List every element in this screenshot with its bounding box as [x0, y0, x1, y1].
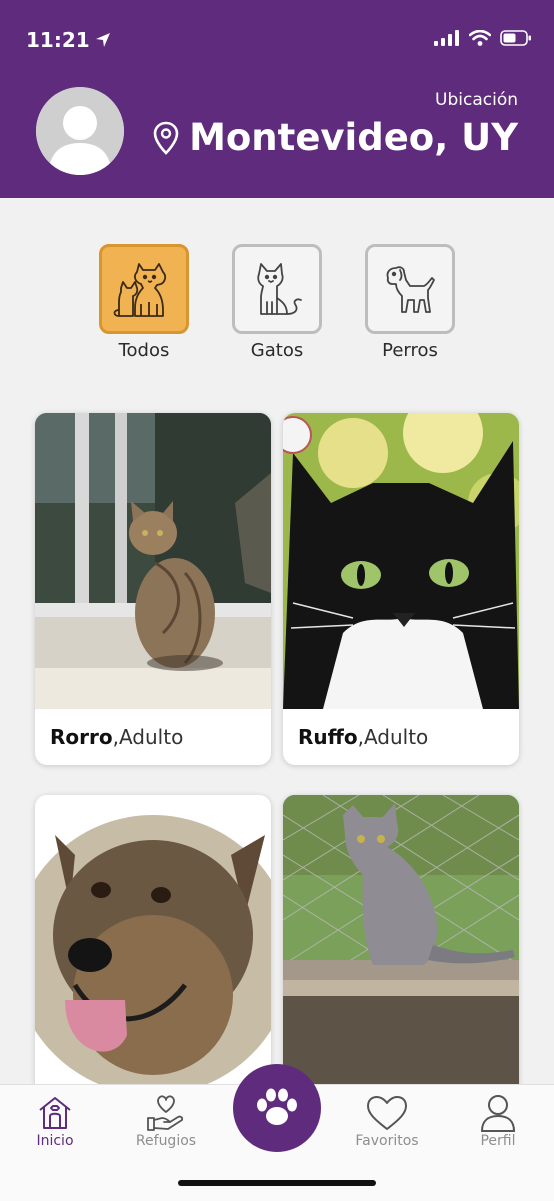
tuxedo-cat-photo: [283, 413, 519, 709]
wifi-icon: [469, 30, 491, 46]
gray-cat-photo: [283, 795, 519, 1091]
pet-photo-gray-cat: [283, 795, 519, 1091]
home-indicator: [178, 1180, 376, 1186]
cat-and-dog-icon: [113, 263, 167, 317]
tab-refugios-label: Refugios: [135, 1133, 197, 1149]
tab-favoritos[interactable]: Favoritos: [342, 1093, 432, 1149]
pet-card[interactable]: Ruffo, Adulto: [283, 413, 519, 765]
pet-name: Ruffo: [298, 725, 358, 749]
status-time: 11:21: [26, 28, 112, 52]
filter-todos[interactable]: Todos: [96, 244, 192, 361]
paw-icon: [257, 1088, 297, 1125]
pet-caption: Rorro, Adulto: [35, 709, 271, 765]
battery-icon: [500, 30, 531, 46]
pet-photo-dog: [35, 795, 271, 1091]
tab-inicio-label: Inicio: [36, 1133, 74, 1149]
user-placeholder-icon: [36, 87, 124, 175]
filter-perros-label: Perros: [382, 340, 438, 361]
tab-inicio[interactable]: Inicio: [10, 1093, 100, 1149]
filter-todos-box[interactable]: [99, 244, 189, 334]
tab-perfil[interactable]: Perfil: [453, 1093, 543, 1149]
paw-action-button[interactable]: [233, 1064, 321, 1152]
location-label: Ubicación: [435, 90, 518, 110]
pet-age: Adulto: [363, 725, 429, 749]
dog-photo: [35, 795, 271, 1091]
status-icons: [434, 30, 532, 46]
status-time-text: 11:21: [26, 28, 90, 52]
tab-perfil-label: Perfil: [480, 1133, 516, 1149]
user-icon: [480, 1095, 516, 1132]
signal-icon: [434, 30, 459, 46]
dog-icon: [386, 266, 435, 313]
app-header: 11:21 Ubicación Montevideo, UY: [0, 0, 554, 198]
filter-perros[interactable]: Perros: [362, 244, 458, 361]
filter-todos-label: Todos: [118, 340, 170, 361]
pet-card[interactable]: [283, 795, 519, 1095]
pet-name: Rorro: [50, 725, 113, 749]
pet-card[interactable]: [35, 795, 271, 1095]
filter-gatos-label: Gatos: [250, 340, 304, 361]
tabby-cat-photo: [35, 413, 271, 709]
pet-photo-rorro: [35, 413, 271, 709]
location-selector[interactable]: Montevideo, UY: [153, 116, 518, 159]
location-arrow-icon: [95, 33, 110, 47]
pet-photo-ruffo: [283, 413, 519, 709]
avatar[interactable]: [36, 87, 124, 175]
filter-gatos-box[interactable]: [232, 244, 322, 334]
tab-refugios[interactable]: Refugios: [121, 1093, 211, 1149]
pet-caption: Ruffo, Adulto: [283, 709, 519, 765]
pet-card[interactable]: Rorro, Adulto: [35, 413, 271, 765]
filter-gatos[interactable]: Gatos: [229, 244, 325, 361]
filter-perros-box[interactable]: [365, 244, 455, 334]
location-pin-icon: [153, 121, 179, 155]
heart-icon: [367, 1096, 407, 1130]
location-value: Montevideo, UY: [189, 116, 518, 159]
heart-in-hand-icon: [147, 1095, 184, 1131]
pet-age: Adulto: [118, 725, 184, 749]
cat-icon: [257, 263, 302, 315]
tab-favoritos-label: Favoritos: [355, 1133, 419, 1149]
home-icon: [39, 1097, 71, 1129]
